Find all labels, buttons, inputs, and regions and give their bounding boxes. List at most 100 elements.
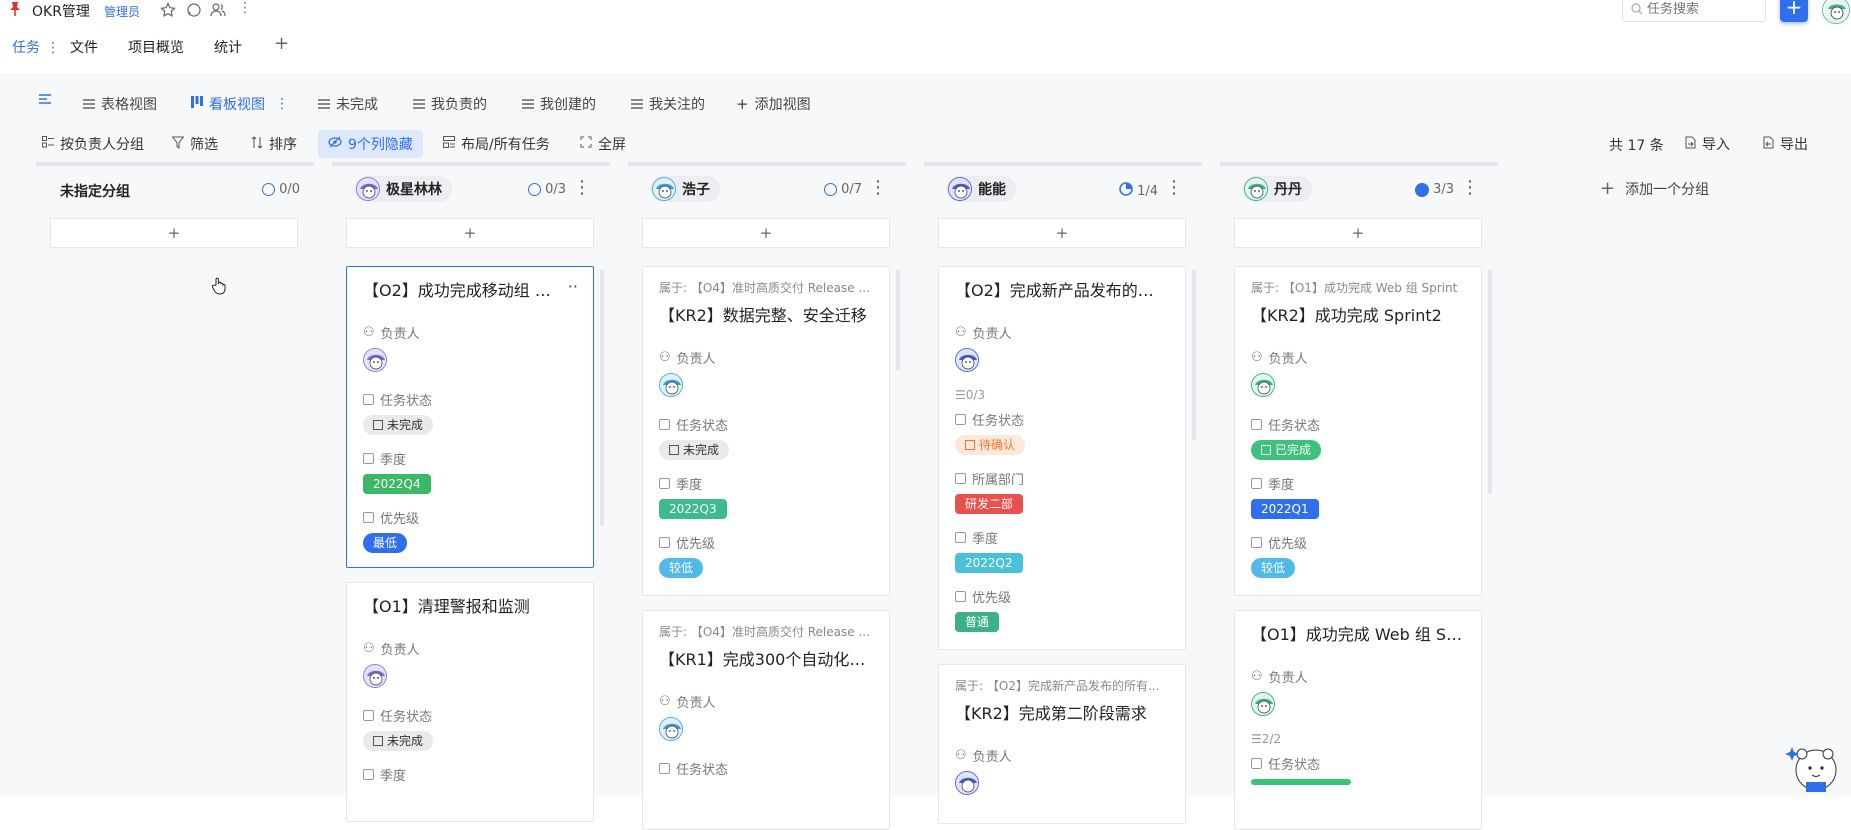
tab-overview[interactable]: 项目概览 bbox=[128, 37, 184, 57]
select-field-icon bbox=[955, 532, 966, 543]
sort-button[interactable]: 排序 bbox=[251, 133, 297, 155]
field-label: ⚇ 负责人 bbox=[363, 641, 420, 658]
assignee-pill[interactable]: 丹丹 bbox=[1242, 176, 1312, 202]
owner-avatar bbox=[659, 717, 683, 741]
column-scrollbar[interactable] bbox=[1192, 270, 1196, 440]
view-my-owned[interactable]: 我负责的 bbox=[413, 94, 487, 114]
tab-files[interactable]: 文件 bbox=[70, 37, 98, 57]
assignee-pill[interactable]: 浩子 bbox=[650, 176, 720, 202]
add-card-button[interactable]: + bbox=[50, 218, 298, 248]
assignee-pill[interactable]: 能能 bbox=[946, 176, 1016, 202]
members-icon[interactable] bbox=[210, 2, 226, 22]
field-label: ⚇ 负责人 bbox=[1251, 350, 1308, 367]
owner-avatar bbox=[1251, 373, 1275, 397]
star-icon[interactable] bbox=[160, 2, 176, 22]
tab-tasks[interactable]: 任务 ⋮ bbox=[12, 37, 60, 57]
add-card-button[interactable]: + bbox=[938, 218, 1186, 248]
status-tag: 待确认 bbox=[955, 435, 1026, 455]
checklist-icon: ☰ bbox=[1251, 732, 1262, 746]
task-card[interactable]: 【O2】成功完成移动组 Spri ··· ⚇负责人 任务状态 未完成 季度 20… bbox=[346, 266, 594, 568]
add-card-button[interactable]: + bbox=[346, 218, 594, 248]
fullscreen-button[interactable]: 全屏 bbox=[580, 133, 626, 155]
view-kanban[interactable]: 看板视图 ⋮ bbox=[191, 94, 289, 114]
card-title: 【O2】完成新产品发布的所... bbox=[955, 281, 1169, 300]
task-card[interactable]: 属于: 【O1】成功完成 Web 组 Sprint 【KR2】成功完成 Spri… bbox=[1234, 266, 1482, 596]
field-label: ⚇ 负责人 bbox=[363, 325, 420, 342]
column-menu-icon[interactable]: ⋮ bbox=[573, 178, 591, 198]
layout-icon bbox=[443, 136, 455, 152]
app-title: OKR管理 bbox=[32, 4, 90, 20]
assignee-avatar bbox=[1244, 177, 1268, 201]
field-label: 优先级 bbox=[955, 587, 1169, 606]
owner-avatar bbox=[955, 771, 979, 795]
field-label: ⚇ 负责人 bbox=[659, 694, 716, 711]
select-field-icon bbox=[1251, 478, 1262, 489]
create-button[interactable]: + bbox=[1780, 0, 1808, 22]
add-group-button[interactable]: + 添加一个分组 bbox=[1600, 178, 1709, 199]
layout-button[interactable]: 布局/所有任务 bbox=[443, 133, 550, 155]
view-more-icon[interactable]: ⋮ bbox=[275, 96, 289, 112]
export-button[interactable]: 导出 bbox=[1762, 133, 1808, 155]
user-icon: ⚇ bbox=[1251, 350, 1263, 365]
subtask-count: ☰2/2 bbox=[1251, 732, 1282, 746]
add-card-button[interactable]: + bbox=[642, 218, 890, 248]
user-icon: ⚇ bbox=[659, 694, 671, 709]
column-menu-icon[interactable]: ⋮ bbox=[869, 178, 887, 198]
assignee-avatar bbox=[652, 177, 676, 201]
board-column-haozi: 浩子 0/7 ⋮ + 属于: 【O4】准时高质交付 Release ... 【K… bbox=[628, 166, 904, 830]
add-tab-icon[interactable]: + bbox=[274, 33, 289, 54]
hidden-columns-button[interactable]: 9个列隐藏 bbox=[318, 130, 423, 158]
select-field-icon bbox=[659, 419, 670, 430]
select-field-icon bbox=[659, 537, 670, 548]
task-card[interactable]: 属于: 【O4】准时高质交付 Release ... 【KR2】数据完整、安全迁… bbox=[642, 266, 890, 596]
board-column-nengneng: 能能 1/4 ⋮ + 【O2】完成新产品发布的所... ⚇ 负责人 ☰0/3 任务… bbox=[924, 166, 1200, 824]
collapse-menu-icon[interactable] bbox=[38, 92, 52, 110]
column-menu-icon[interactable]: ⋮ bbox=[1165, 178, 1183, 198]
progress-pie-icon bbox=[1119, 182, 1133, 200]
column-count: 0/0 bbox=[262, 182, 300, 197]
task-card[interactable]: 属于: 【O4】准时高质交付 Release ... 【KR1】完成300个自动… bbox=[642, 610, 890, 830]
owner-avatar bbox=[363, 664, 387, 688]
user-icon: ⚇ bbox=[1251, 669, 1263, 684]
assistant-bot-icon[interactable] bbox=[1784, 742, 1840, 792]
user-icon: ⚇ bbox=[955, 325, 967, 340]
user-icon: ⚇ bbox=[363, 325, 375, 340]
column-scrollbar[interactable] bbox=[896, 270, 900, 370]
assignee-pill[interactable]: 极星林林 bbox=[354, 176, 452, 202]
task-card[interactable]: 属于: 【O2】完成新产品发布的所有... 【KR2】完成第二阶段需求 ⚇ 负责人 bbox=[938, 664, 1186, 824]
field-label: ⚇ 负责人 bbox=[1251, 669, 1308, 686]
import-button[interactable]: 导入 bbox=[1684, 133, 1730, 155]
view-my-followed[interactable]: 我关注的 bbox=[631, 94, 705, 114]
priority-tag: 普通 bbox=[955, 612, 1000, 632]
view-my-created[interactable]: 我创建的 bbox=[522, 94, 596, 114]
search-box[interactable] bbox=[1622, 0, 1766, 22]
column-scrollbar[interactable] bbox=[600, 270, 604, 526]
progress-full-icon bbox=[1415, 182, 1430, 197]
select-field-icon bbox=[1251, 537, 1262, 548]
card-title: 【KR2】完成第二阶段需求 bbox=[955, 704, 1147, 723]
tab-stats[interactable]: 统计 bbox=[214, 37, 242, 57]
group-by-button[interactable]: 按负责人分组 bbox=[42, 133, 144, 155]
add-card-button[interactable]: + bbox=[1234, 218, 1482, 248]
user-icon: ⚇ bbox=[363, 641, 375, 656]
quarter-tag: 2022Q1 bbox=[1251, 499, 1319, 519]
column-scrollbar[interactable] bbox=[1488, 270, 1492, 494]
add-view-button[interactable]: + 添加视图 bbox=[736, 94, 811, 114]
view-incomplete[interactable]: 未完成 bbox=[318, 94, 378, 114]
select-field-icon bbox=[659, 763, 670, 774]
task-card[interactable]: 【O1】清理警报和监测 ⚇ 负责人 任务状态 未完成 季度 bbox=[346, 582, 594, 822]
column-header: 丹丹 3/3 ⋮ bbox=[1220, 176, 1496, 206]
chat-icon[interactable] bbox=[186, 2, 202, 22]
more-icon[interactable]: ⋮ bbox=[238, 0, 252, 16]
card-title: 【KR1】完成300个自动化的... bbox=[659, 650, 873, 669]
user-avatar[interactable] bbox=[1822, 0, 1850, 24]
list-icon bbox=[83, 98, 95, 110]
card-more-icon[interactable]: ··· bbox=[568, 277, 577, 296]
task-card[interactable]: 【O1】成功完成 Web 组 Spri... ⚇ 负责人 ☰2/2 任务状态 bbox=[1234, 610, 1482, 830]
view-table[interactable]: 表格视图 bbox=[83, 94, 157, 114]
search-input[interactable] bbox=[1647, 0, 1759, 18]
task-card[interactable]: 【O2】完成新产品发布的所... ⚇ 负责人 ☰0/3 任务状态 待确认 所属部门… bbox=[938, 266, 1186, 650]
field-label: 优先级 bbox=[659, 533, 873, 552]
filter-button[interactable]: 筛选 bbox=[171, 133, 218, 155]
column-menu-icon[interactable]: ⋮ bbox=[1461, 178, 1479, 198]
